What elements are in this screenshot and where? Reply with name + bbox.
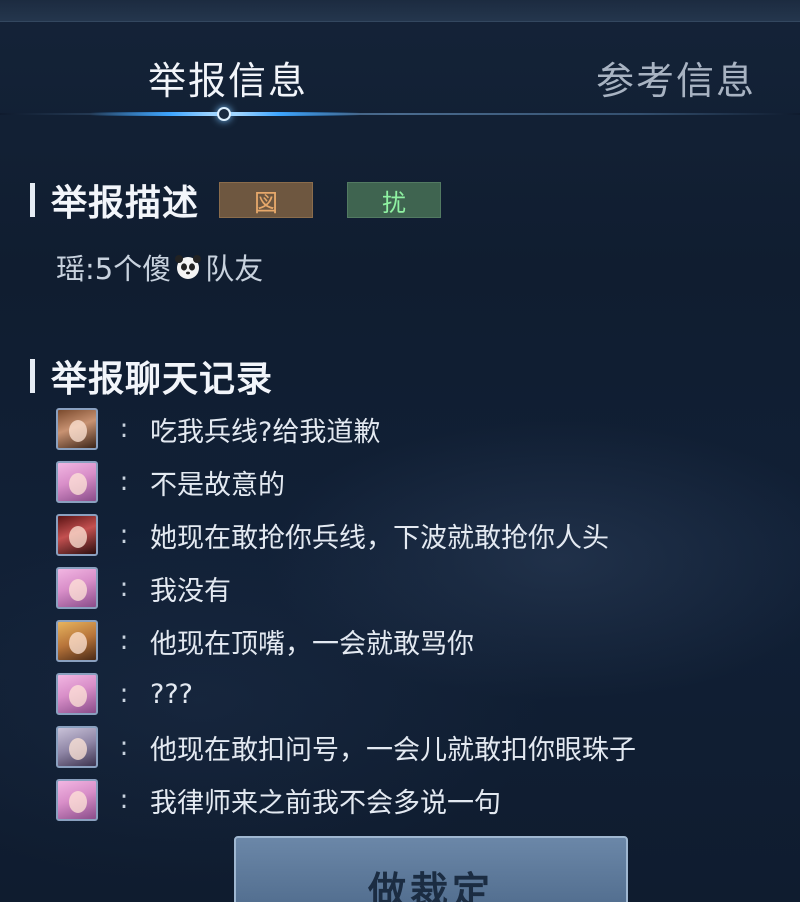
tab-reference-info[interactable]: 参考信息 — [596, 50, 756, 105]
message-text: 她现在敢抢你兵线，下波就敢抢你人头 — [150, 522, 609, 554]
chat-message: : 我没有 — [56, 566, 231, 610]
chat-message: : 他现在敢扣问号，一会儿就敢扣你眼珠子 — [56, 725, 636, 769]
avatar-gold-hair — [56, 620, 98, 662]
avatar-red-hair — [56, 514, 98, 556]
message-colon: : — [119, 732, 129, 762]
avatar-pink-hair — [56, 567, 98, 609]
avatar-pink-hair — [56, 779, 98, 821]
section-marker — [30, 359, 35, 393]
message-colon: : — [119, 414, 129, 444]
message-colon: : — [119, 520, 129, 550]
report-description-text: 瑶:5个傻 队友 — [56, 246, 263, 288]
message-text: 我没有 — [150, 575, 231, 607]
message-text: ??? — [150, 678, 193, 710]
report-description-header: 举报描述 図 扰 — [30, 176, 442, 224]
chat-message: : 她现在敢抢你兵线，下波就敢抢你人头 — [56, 513, 609, 557]
message-text: 他现在顶嘴，一会就敢骂你 — [150, 628, 474, 660]
active-tab-indicator — [90, 104, 360, 124]
tab-report-info[interactable]: 举报信息 — [148, 50, 308, 105]
chat-message: : ??? — [56, 672, 193, 716]
description-suffix: 队友 — [205, 252, 264, 286]
report-screen: 举报信息 参考信息 举报描述 図 扰 瑶:5个傻 队友 举报聊天记录: 吃我兵… — [0, 0, 800, 902]
chat-message: : 他现在顶嘴，一会就敢骂你 — [56, 619, 474, 663]
report-tag-orange: 図 — [219, 182, 314, 218]
chat-log-header: 举报聊天记录 — [30, 352, 273, 400]
message-text: 吃我兵线?给我道歉 — [150, 416, 381, 448]
message-colon: : — [119, 573, 129, 603]
avatar-gray-hair — [56, 726, 98, 768]
message-text: 不是故意的 — [150, 469, 285, 501]
chat-message: : 吃我兵线?给我道歉 — [56, 407, 380, 451]
indicator-dot — [217, 107, 231, 121]
avatar-brown-hair — [56, 408, 98, 450]
message-text: 我律师来之前我不会多说一句 — [150, 787, 501, 819]
chat-message: : 我律师来之前我不会多说一句 — [56, 778, 501, 822]
report-description-title: 举报描述 — [51, 183, 200, 224]
report-tag-green: 扰 — [347, 182, 442, 218]
top-band — [0, 0, 800, 22]
make-verdict-label: 做裁定 — [367, 869, 494, 902]
avatar-pink-hair — [56, 461, 98, 503]
message-text: 他现在敢扣问号，一会儿就敢扣你眼珠子 — [150, 734, 636, 766]
avatar-pink-hair — [56, 673, 98, 715]
message-colon: : — [119, 467, 129, 497]
chat-message: : 不是故意的 — [56, 460, 285, 504]
description-prefix: 瑶:5个傻 — [56, 252, 172, 286]
message-colon: : — [119, 626, 129, 656]
section-marker — [30, 183, 35, 217]
panda-emoji-icon — [173, 252, 203, 282]
message-colon: : — [119, 679, 129, 709]
make-verdict-button[interactable]: 做裁定 — [234, 836, 628, 902]
chat-log-title: 举报聊天记录 — [51, 359, 274, 400]
message-colon: : — [119, 785, 129, 815]
